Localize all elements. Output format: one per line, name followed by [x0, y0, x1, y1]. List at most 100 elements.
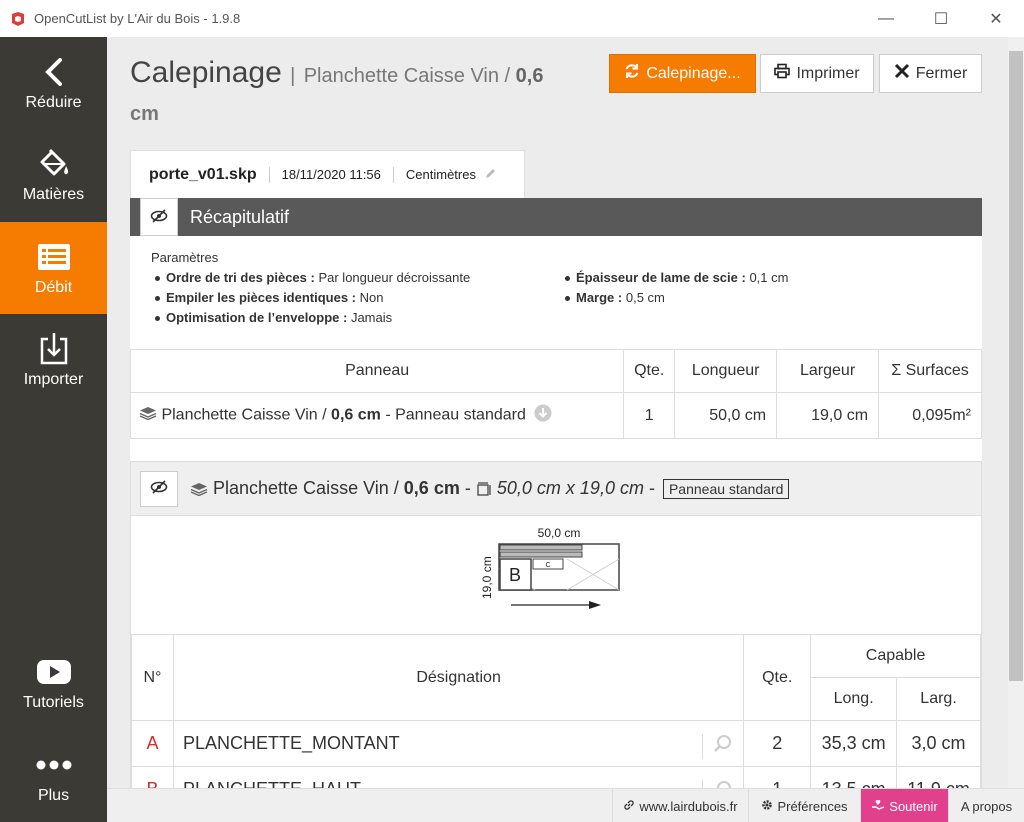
param-value: Par longueur décroissante: [318, 270, 471, 285]
sidebar-item-reduire[interactable]: Réduire: [0, 37, 107, 129]
parts-table: N° Désignation Qte. Capable Long. Larg. …: [131, 634, 981, 788]
column-header: Qte.: [623, 349, 676, 393]
toggle-visibility-button[interactable]: [140, 198, 178, 236]
preferences-button[interactable]: Préférences: [748, 789, 860, 822]
part-a-strip: [499, 544, 583, 551]
unit-label: Centimètres: [405, 167, 476, 182]
column-header: Long.: [810, 677, 898, 721]
sheet-separator: -: [464, 478, 471, 498]
sidebar-item-tutoriels[interactable]: Tutoriels: [0, 637, 107, 729]
parameters: Paramètres Ordre de tri des pièces : Par…: [151, 250, 971, 328]
panel-type: - Panneau standard: [385, 406, 526, 424]
column-header: Capable: [810, 634, 981, 678]
footer: www.lairdubois.fr Préférences Soutenir A…: [107, 788, 1024, 822]
sheet-name: Planchette Caisse Vin /: [213, 478, 399, 498]
scrollbar-thumb[interactable]: [1009, 51, 1023, 681]
calepinage-label: Calepinage...: [646, 64, 741, 82]
minimize-button[interactable]: —: [863, 0, 909, 37]
divider: [268, 166, 270, 183]
sidebar-item-plus[interactable]: Plus: [0, 730, 107, 822]
part-larg: 11,9 cm: [896, 766, 981, 788]
sheet-header: Planchette Caisse Vin / 0,6 cm - 50,0 cm…: [131, 462, 981, 516]
filename: porte_v01.skp: [149, 165, 257, 183]
chevron-down-icon[interactable]: [534, 404, 552, 427]
cutting-diagram[interactable]: 50,0 cm 19,0 cm B C: [471, 524, 631, 619]
params-label: Paramètres: [151, 250, 219, 265]
about-label: A propos: [960, 798, 1013, 814]
eye-slash-icon: [150, 207, 168, 228]
close-window-button[interactable]: ✕: [973, 0, 1019, 37]
subtitle-thickness: 0,6: [515, 65, 544, 87]
param-item: Empiler les pièces identiques : Non: [151, 288, 561, 308]
param-key: Épaisseur de lame de scie :: [576, 270, 746, 285]
part-qty: 1: [743, 766, 812, 788]
part-a-strip: [499, 551, 583, 558]
layers-icon: [190, 482, 208, 496]
sidebar-item-label: Matières: [22, 186, 85, 203]
sidebar-item-label: Tutoriels: [23, 694, 84, 711]
sidebar-item-matieres[interactable]: Matières: [0, 129, 107, 221]
content-panel: Récapitulatif Paramètres Ordre de tri de…: [129, 198, 982, 788]
part-larg: 3,0 cm: [896, 720, 981, 767]
about-button[interactable]: A propos: [948, 789, 1024, 822]
param-value: Jamais: [350, 310, 393, 325]
sheet-dimensions: 50,0 cm x 19,0 cm: [496, 478, 644, 498]
table-row[interactable]: B PLANCHETTE_HAUT 1 13,5 cm 11,9 cm: [131, 766, 981, 788]
part-name-cell: PLANCHETTE_MONTANT: [172, 720, 745, 767]
sidebar-item-debit[interactable]: Débit: [0, 222, 107, 314]
dimensions-icon: [476, 481, 492, 497]
print-button[interactable]: Imprimer: [760, 54, 874, 93]
website-link[interactable]: www.lairdubois.fr: [612, 789, 748, 822]
column-header: N°: [131, 634, 174, 721]
param-value: 0,1 cm: [749, 270, 789, 285]
param-item: Ordre de tri des pièces : Par longueur d…: [151, 268, 561, 288]
part-long: 35,3 cm: [810, 720, 898, 767]
window-title: OpenCutList by L'Air du Bois - 1.9.8: [34, 11, 241, 26]
param-item: Épaisseur de lame de scie : 0,1 cm: [561, 268, 971, 288]
more-icon: [34, 747, 74, 783]
chevron-left-icon: [42, 54, 66, 90]
part-letter: B: [131, 766, 174, 788]
part-b-label: B: [509, 565, 521, 585]
hand-heart-icon: [871, 799, 885, 814]
eye-slash-icon: [150, 478, 168, 499]
param-key: Marge :: [576, 290, 623, 305]
close-button[interactable]: Fermer: [879, 54, 982, 93]
sidebar-item-importer[interactable]: Importer: [0, 314, 107, 406]
maximize-button[interactable]: ☐: [918, 0, 964, 37]
scrollbar[interactable]: [1008, 37, 1024, 788]
table-row[interactable]: Planchette Caisse Vin / 0,6 cm - Panneau…: [129, 392, 982, 439]
sidebar-item-label: Importer: [23, 371, 84, 388]
param-item: Marge : 0,5 cm: [561, 288, 971, 308]
pencil-icon[interactable]: [484, 167, 497, 183]
surface-cell: 0,095m²: [878, 392, 982, 439]
table-row[interactable]: A PLANCHETTE_MONTANT 2 35,3 cm 3,0 cm: [131, 720, 981, 767]
website-label: www.lairdubois.fr: [639, 798, 738, 814]
youtube-icon: [36, 654, 72, 690]
panel-type-badge: Panneau standard: [662, 478, 790, 499]
support-button[interactable]: Soutenir: [860, 789, 948, 822]
subtitle-name: Planchette Caisse Vin /: [303, 65, 511, 87]
main-area: Calepinage | Planchette Caisse Vin / 0,6…: [107, 37, 1008, 788]
print-label: Imprimer: [796, 64, 860, 82]
part-qty: 2: [743, 720, 812, 767]
paint-bucket-icon: [36, 146, 72, 182]
part-letter: A: [131, 720, 174, 767]
part-name: PLANCHETTE_HAUT: [183, 779, 361, 788]
length-cell: 50,0 cm: [674, 392, 778, 439]
refresh-icon: [624, 63, 640, 84]
subtitle-unit: cm: [130, 103, 159, 125]
toggle-visibility-button[interactable]: [140, 470, 178, 507]
search-icon[interactable]: [702, 734, 733, 759]
app-icon: [10, 11, 26, 27]
support-label: Soutenir: [889, 798, 938, 814]
layers-icon: [139, 406, 157, 425]
close-label: Fermer: [915, 64, 968, 82]
part-name: PLANCHETTE_MONTANT: [182, 733, 400, 753]
diagram-width-label: 50,0 cm: [538, 526, 581, 540]
search-icon[interactable]: [702, 780, 733, 788]
calepinage-button[interactable]: Calepinage...: [609, 54, 756, 93]
page-subtitle: Planchette Caisse Vin / 0,6: [304, 65, 544, 87]
import-icon: [38, 331, 70, 367]
list-icon: [36, 239, 72, 275]
